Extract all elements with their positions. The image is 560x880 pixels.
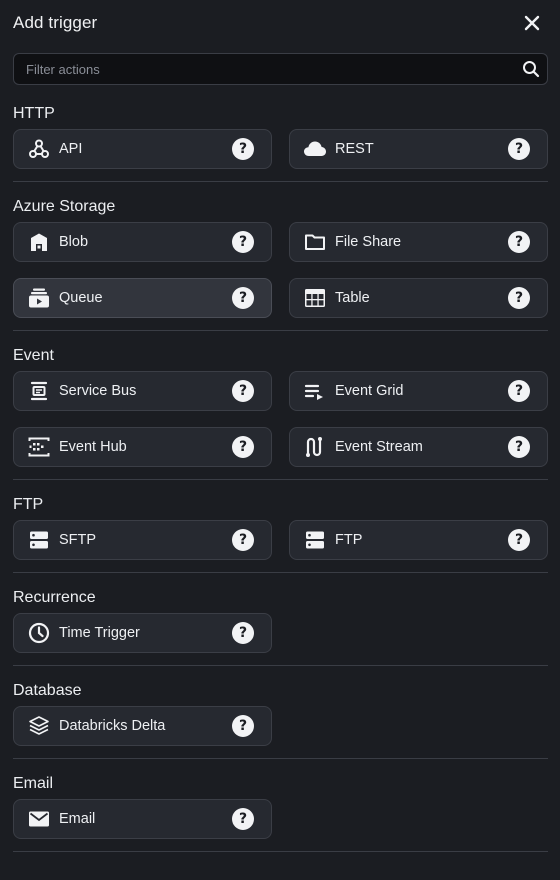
section-divider (13, 181, 548, 182)
section-divider (13, 479, 548, 480)
trigger-label: Event Grid (335, 383, 404, 399)
help-icon[interactable]: ? (232, 380, 254, 402)
section-divider (13, 758, 548, 759)
help-icon[interactable]: ? (232, 808, 254, 830)
event-hub-icon (27, 435, 51, 459)
section-divider (13, 665, 548, 666)
service-bus-icon (27, 379, 51, 403)
close-icon[interactable] (520, 11, 544, 35)
section-title-azure-storage: Azure Storage (13, 198, 116, 215)
help-icon[interactable]: ? (508, 138, 530, 160)
help-icon[interactable]: ? (508, 436, 530, 458)
section-divider (13, 572, 548, 573)
section-title-event: Event (13, 347, 54, 364)
help-icon[interactable]: ? (232, 622, 254, 644)
trigger-card-rest[interactable]: REST ? (289, 129, 548, 169)
help-icon[interactable]: ? (508, 231, 530, 253)
section-email: Email (13, 774, 548, 794)
section-title-recurrence: Recurrence (13, 589, 96, 606)
trigger-card-email[interactable]: Email ? (13, 799, 272, 839)
trigger-card-event-grid[interactable]: Event Grid ? (289, 371, 548, 411)
section-divider (13, 330, 548, 331)
server-icon (303, 528, 327, 552)
help-icon[interactable]: ? (508, 380, 530, 402)
webhook-icon (27, 137, 51, 161)
section-recurrence: Recurrence (13, 588, 548, 608)
event-stream-icon (303, 435, 327, 459)
section-divider (13, 851, 548, 852)
trigger-label: SFTP (59, 532, 97, 548)
trigger-card-queue[interactable]: Queue ? (13, 278, 272, 318)
trigger-label: Time Trigger (59, 625, 140, 641)
section-title-database: Database (13, 682, 82, 699)
server-icon (27, 528, 51, 552)
section-title-ftp: FTP (13, 496, 44, 513)
search-icon[interactable] (515, 54, 547, 84)
trigger-label: FTP (335, 532, 363, 548)
help-icon[interactable]: ? (232, 529, 254, 551)
section-title-email: Email (13, 775, 54, 792)
section-database: Database (13, 681, 548, 701)
layers-icon (27, 714, 51, 738)
help-icon[interactable]: ? (508, 529, 530, 551)
trigger-label: File Share (335, 234, 402, 250)
section-event: Event (13, 346, 548, 366)
trigger-card-time-trigger[interactable]: Time Trigger ? (13, 613, 272, 653)
trigger-card-sftp[interactable]: SFTP ? (13, 520, 272, 560)
trigger-label: Blob (59, 234, 89, 250)
trigger-label: Event Hub (59, 439, 127, 455)
trigger-label: Table (335, 290, 370, 306)
trigger-label: API (59, 141, 83, 157)
section-azure-storage: Azure Storage (13, 197, 548, 217)
trigger-card-file-share[interactable]: File Share ? (289, 222, 548, 262)
add-trigger-panel: Add trigger HTTP API ? REST ? Azure Stor… (0, 0, 560, 880)
trigger-label: Service Bus (59, 383, 137, 399)
section-ftp: FTP (13, 495, 548, 515)
trigger-card-service-bus[interactable]: Service Bus ? (13, 371, 272, 411)
trigger-card-api[interactable]: API ? (13, 129, 272, 169)
filter-search-box (13, 53, 548, 85)
help-icon[interactable]: ? (508, 287, 530, 309)
cloud-icon (303, 137, 327, 161)
trigger-label: Databricks Delta (59, 718, 166, 734)
mail-icon (27, 807, 51, 831)
section-title-http: HTTP (13, 105, 55, 122)
trigger-card-blob[interactable]: Blob ? (13, 222, 272, 262)
trigger-card-databricks-delta[interactable]: Databricks Delta ? (13, 706, 272, 746)
trigger-label: REST (335, 141, 374, 157)
help-icon[interactable]: ? (232, 287, 254, 309)
panel-header: Add trigger (13, 10, 544, 36)
clock-icon (27, 621, 51, 645)
queue-icon (27, 286, 51, 310)
trigger-card-event-stream[interactable]: Event Stream ? (289, 427, 548, 467)
trigger-label: Queue (59, 290, 103, 306)
filter-actions-input[interactable] (14, 54, 515, 84)
folder-icon (303, 230, 327, 254)
trigger-card-event-hub[interactable]: Event Hub ? (13, 427, 272, 467)
trigger-label: Email (59, 811, 96, 827)
blob-icon (27, 230, 51, 254)
table-icon (303, 286, 327, 310)
event-grid-icon (303, 379, 327, 403)
trigger-label: Event Stream (335, 439, 423, 455)
help-icon[interactable]: ? (232, 138, 254, 160)
section-http: HTTP (13, 104, 548, 124)
panel-title: Add trigger (13, 13, 98, 32)
trigger-card-ftp[interactable]: FTP ? (289, 520, 548, 560)
help-icon[interactable]: ? (232, 231, 254, 253)
help-icon[interactable]: ? (232, 715, 254, 737)
help-icon[interactable]: ? (232, 436, 254, 458)
trigger-card-table[interactable]: Table ? (289, 278, 548, 318)
